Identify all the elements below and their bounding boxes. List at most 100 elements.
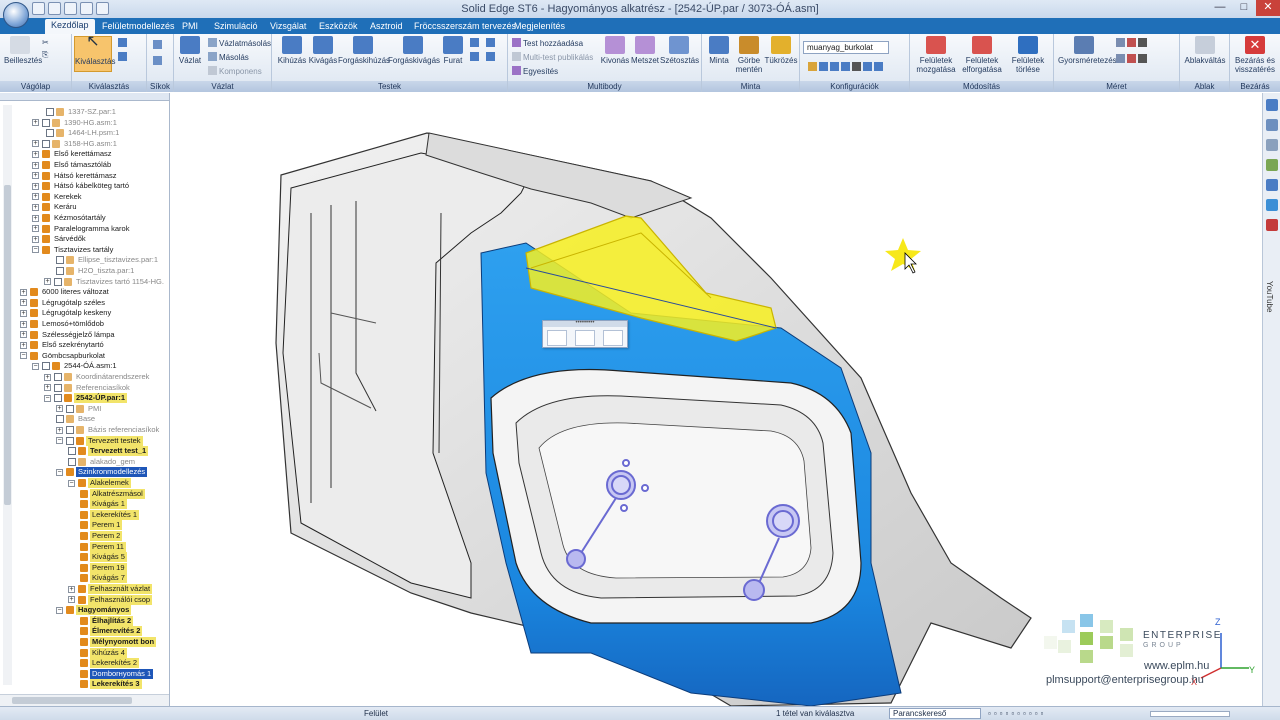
tree-item[interactable]: + Sárvédők [32,234,88,244]
tab-froccsszerszam[interactable]: Fröccsszerszám tervezés [408,20,522,32]
select-option-icon[interactable] [118,38,129,49]
select-button[interactable]: ↖ Kiválasztás [74,34,115,72]
tree-item[interactable]: Base [56,414,97,424]
revolve-cut-button[interactable]: Forgáskivágás [388,36,440,65]
expand-icon[interactable]: + [32,225,39,233]
command-search-input[interactable]: Parancskereső [889,708,981,719]
tree-item[interactable]: + Első szekrénytartó [20,340,106,350]
tree-item[interactable]: − 2544-ÓÁ.asm:1 [32,361,119,371]
tab-feluletmodellezes[interactable]: Felületmodellezés [96,20,181,32]
tree-item[interactable]: H2O_tiszta.par:1 [56,266,136,276]
application-button[interactable] [3,2,29,28]
visibility-checkbox[interactable] [66,436,74,445]
move-faces-button[interactable]: Felületek mozgatása [914,36,958,74]
close-button[interactable]: ✕ [1256,0,1280,16]
expand-icon[interactable]: + [20,320,27,328]
tree-item[interactable]: Lekerekítés 1 [80,509,140,520]
collapse-icon[interactable]: − [32,362,39,370]
copy-icon[interactable]: ⎘ [42,50,48,60]
sketch-button[interactable]: Vázlat [176,36,204,65]
grid-icon[interactable] [1265,139,1278,151]
tree-item[interactable]: − Gömbcsapburkolat [20,351,107,361]
layers-icon[interactable] [1265,99,1278,111]
expand-icon[interactable]: + [44,373,51,381]
visibility-checkbox[interactable] [54,394,62,403]
minimize-button[interactable]: — [1208,0,1232,16]
tree-item[interactable]: alakado_gem [68,457,137,467]
draft-icon[interactable] [470,52,481,63]
visibility-checkbox[interactable] [66,404,74,413]
visibility-checkbox[interactable] [46,129,54,138]
tree-item[interactable]: Lekerekítés 3 [80,679,142,690]
tree-item[interactable]: − Tervezett testek [56,435,143,446]
collapse-icon[interactable]: − [56,468,63,476]
logo-url[interactable]: www.eplm.hu [1144,660,1209,672]
tree-item[interactable]: + Felhasználói csop [68,594,153,605]
expand-icon[interactable]: + [32,203,39,211]
tree-item[interactable]: +3158-HG.asm:1 [32,139,119,149]
view-tools-icons[interactable]: ▫▫▫▫▫▫▫▫▫▫ [988,709,1046,718]
tree-item[interactable]: − Alakelemek [68,478,131,488]
tree-item[interactable]: Perem 11 [80,541,126,552]
tree-item[interactable]: + Kézmosótartály [32,213,108,223]
subtract-button[interactable]: Kivonás [600,36,630,65]
tree-item[interactable]: + Első támasztóláb [32,160,113,170]
tree-item[interactable]: + PMI [56,404,103,414]
tree-item[interactable]: Perem 19 [80,562,127,573]
collapse-icon[interactable]: − [20,352,27,360]
tree-item[interactable]: + Koordinátarendszerek [44,372,151,382]
filter-icon[interactable] [118,52,129,63]
tree-item[interactable]: + Referenciasíkok [44,383,132,393]
component-button[interactable]: Komponens [208,66,262,77]
tab-szimulacio[interactable]: Szimuláció [208,20,264,32]
tree-item[interactable]: + Paralelogramma karok [32,224,131,234]
collapse-icon[interactable]: − [56,606,63,614]
tree-item[interactable]: Kihúzás 4 [80,647,127,658]
collapse-icon[interactable]: − [68,479,75,487]
tab-megjelenites[interactable]: Megjelenítés [508,20,571,32]
tree-item[interactable]: + Kerekek [32,192,84,202]
tree-item[interactable]: + Keráru [32,202,79,212]
switch-window-button[interactable]: Ablakváltás [1184,36,1226,65]
tab-vizsgalat[interactable]: Vizsgálat [264,20,312,32]
tab-eszkozok[interactable]: Eszközök [313,20,364,32]
revolve-button[interactable]: Forgáskihúzás [338,36,390,65]
expand-icon[interactable]: + [20,341,27,349]
multibody-publish-button[interactable]: Multi-test publikálás [512,52,593,63]
expand-icon[interactable]: + [56,426,63,434]
tree-item[interactable]: + Hátsó kerettámasz [32,171,119,181]
tree-item[interactable]: + Szélességjelző lámpa [20,330,117,340]
collapse-icon[interactable]: − [32,246,39,254]
tree-item[interactable]: + Első kerettámasz [32,149,114,159]
rotate-faces-button[interactable]: Felületek elforgatása [960,36,1004,74]
tree-item[interactable]: Lekerekítés 2 [80,658,140,669]
expand-icon[interactable]: + [32,119,39,127]
tree-item[interactable]: + Bázis referenciasíkok [56,425,161,435]
visibility-checkbox[interactable] [54,277,62,286]
tree-item[interactable]: Kivágás 1 [80,499,127,510]
round-icon[interactable] [470,38,481,49]
along-curve-button[interactable]: Görbe mentén [734,36,764,74]
expand-icon[interactable]: + [32,214,39,222]
expand-icon[interactable]: + [44,384,51,392]
visibility-checkbox[interactable] [54,383,62,392]
expand-icon[interactable]: + [32,150,39,158]
tree-item[interactable]: 1337-SZ.par:1 [46,107,118,117]
quick-toolbar[interactable]: ••••••••• [542,320,628,348]
tree-item[interactable]: − Tisztavizes tartály [32,245,115,255]
visibility-checkbox[interactable] [42,362,50,371]
stack-icon[interactable] [1265,119,1278,131]
tree-horizontal-scrollbar[interactable] [0,694,169,706]
tab-kezdolap[interactable]: Kezdőlap [45,19,95,34]
tree-item[interactable]: + Hátsó kábelköteg tartó [32,181,131,191]
visibility-checkbox[interactable] [54,373,62,381]
tree-item[interactable]: Kivágás 5 [80,552,127,563]
visibility-checkbox[interactable] [42,118,50,127]
maximize-button[interactable]: □ [1232,0,1256,16]
tree-item[interactable]: + Lemosó+tömlődob [20,319,106,329]
collapse-icon[interactable]: − [56,437,63,445]
dim-tools-icons-2[interactable] [1116,54,1149,65]
cut-icon[interactable]: ✂ [42,38,49,48]
library-icon[interactable] [1265,179,1278,191]
expand-icon[interactable]: + [44,278,51,286]
